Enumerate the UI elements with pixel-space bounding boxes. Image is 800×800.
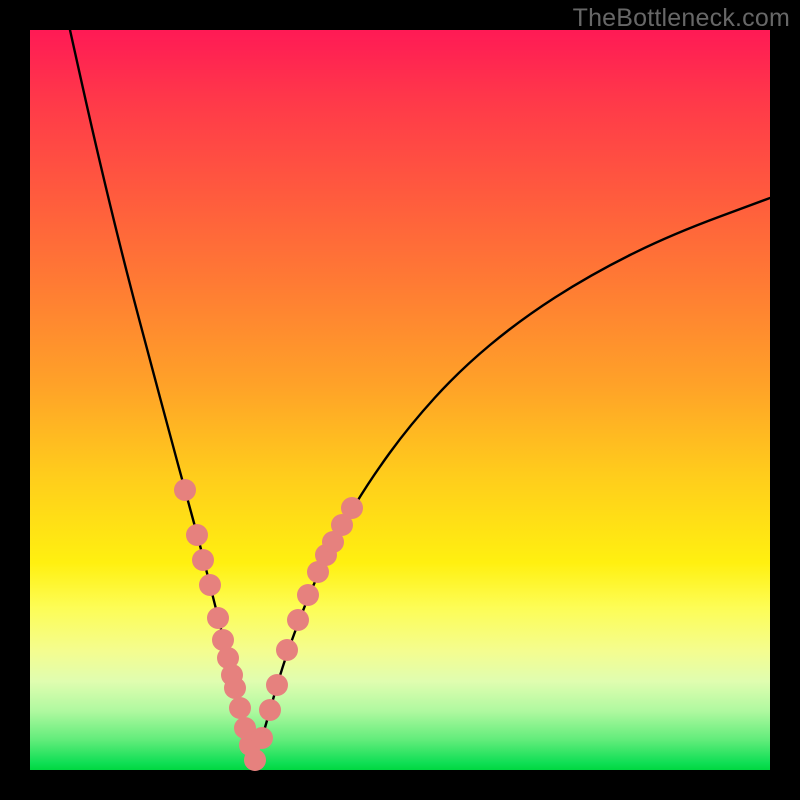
curve-marker: [297, 584, 319, 606]
curve-marker: [244, 749, 266, 771]
curve-marker: [174, 479, 196, 501]
curve-marker: [207, 607, 229, 629]
curve-marker: [192, 549, 214, 571]
curve-marker: [287, 609, 309, 631]
curve-marker: [341, 497, 363, 519]
curve-marker: [266, 674, 288, 696]
curve-marker: [224, 677, 246, 699]
curve-marker: [259, 699, 281, 721]
chart-frame: TheBottleneck.com: [0, 0, 800, 800]
watermark-text: TheBottleneck.com: [573, 4, 790, 33]
curve-marker: [251, 727, 273, 749]
curve-marker: [276, 639, 298, 661]
curve-markers-group: [174, 479, 363, 771]
curve-marker: [186, 524, 208, 546]
bottleneck-curve-svg: [30, 30, 770, 770]
curve-marker: [229, 697, 251, 719]
bottleneck-curve: [70, 30, 770, 754]
curve-marker: [199, 574, 221, 596]
